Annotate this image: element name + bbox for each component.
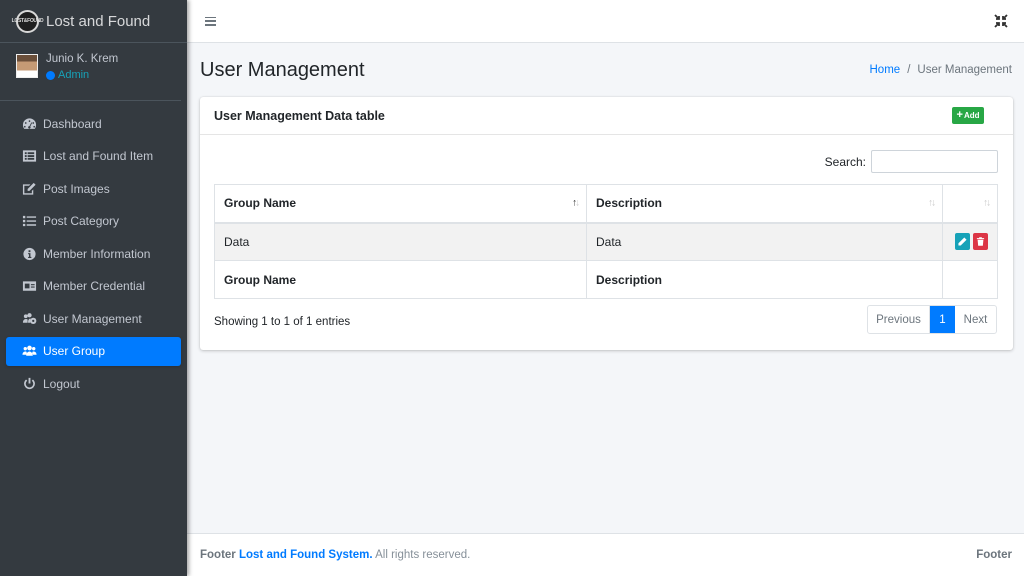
sidebar-nav: Dashboard Lost and Found Item Post Image… <box>0 101 187 398</box>
trash-icon <box>976 237 985 246</box>
user-role-label: Admin <box>58 69 90 81</box>
cell-description: Data <box>586 222 943 261</box>
column-header-label: Group Name <box>224 196 297 211</box>
breadcrumb-home-link[interactable]: Home <box>870 64 901 76</box>
card-header: User Management Data table + Add <box>200 97 1013 135</box>
sidebar-item-label: Post Images <box>43 181 110 196</box>
sidebar-item-user-group[interactable]: User Group <box>6 336 181 366</box>
tachometer-icon <box>21 117 37 131</box>
column-header-actions[interactable]: ↑↓ <box>942 184 998 224</box>
sidebar-item-label: Dashboard <box>43 116 102 131</box>
search-row: Search: <box>825 150 998 173</box>
search-input[interactable] <box>871 150 998 173</box>
plus-icon: + <box>956 109 963 121</box>
table-footer-row: Group Name Description <box>214 260 998 299</box>
add-button-label: Add <box>963 111 980 120</box>
sidebar-item-label: User Group <box>43 344 106 358</box>
column-header-description[interactable]: Description ↑↓ <box>586 184 943 224</box>
page-title: User Management <box>200 58 365 81</box>
users-icon <box>21 344 37 358</box>
content-header: User Management Home / User Management <box>187 43 1024 97</box>
sort-icon: ↑↓ <box>928 197 936 209</box>
avatar[interactable] <box>16 54 38 78</box>
footer-right: Footer <box>976 549 1012 561</box>
sidebar-item-label: Member Credential <box>43 279 146 293</box>
sidebar-item-dashboard[interactable]: Dashboard <box>6 109 181 138</box>
sidebar-item-post-category[interactable]: Post Category <box>6 207 181 236</box>
sidebar-item-label: Post Category <box>43 214 120 228</box>
status-dot-icon <box>46 70 55 80</box>
sort-asc-icon: ↑↓ <box>572 197 580 209</box>
footer-rights: All rights reserved. <box>375 549 471 561</box>
compress-icon[interactable] <box>994 14 1008 28</box>
sidebar-item-label: Lost and Found Item <box>43 149 154 163</box>
footer-left: Footer Lost and Found System. All rights… <box>200 549 470 561</box>
sidebar-item-lost-and-found-item[interactable]: Lost and Found Item <box>6 142 181 171</box>
user-panel: Junio K. Krem Admin <box>0 43 181 101</box>
hamburger-menu-icon[interactable] <box>205 16 216 26</box>
sidebar-item-user-management[interactable]: User Management <box>6 304 181 333</box>
pagination: Previous 1 Next <box>867 305 997 334</box>
table-header-row: Group Name ↑↓ Description ↑↓ ↑↓ <box>214 184 998 224</box>
edit-icon <box>21 182 37 196</box>
data-table-card: User Management Data table + Add Search:… <box>200 97 1013 350</box>
pagination-page-1[interactable]: 1 <box>930 306 955 333</box>
sidebar-item-member-information[interactable]: Member Information <box>6 239 181 268</box>
id-card-icon <box>21 279 37 293</box>
user-name[interactable]: Junio K. Krem <box>46 53 118 65</box>
list-alt-icon <box>21 149 37 163</box>
sidebar-item-label: User Management <box>43 311 142 326</box>
pagination-previous[interactable]: Previous <box>868 306 930 333</box>
footer-actions <box>942 260 998 299</box>
brand-logo: LOST&FOUND <box>12 9 44 33</box>
footer-prefix: Footer <box>200 549 236 561</box>
column-header-group-name[interactable]: Group Name ↑↓ <box>214 184 587 224</box>
users-cog-icon <box>21 312 37 326</box>
list-icon <box>21 214 37 228</box>
breadcrumb-separator: / <box>907 64 911 76</box>
pagination-next[interactable]: Next <box>955 306 996 333</box>
footer-description: Description <box>586 260 943 299</box>
sidebar-item-member-credential[interactable]: Member Credential <box>6 272 181 301</box>
top-navbar <box>187 0 1024 43</box>
footer-group-name: Group Name <box>214 260 587 299</box>
table-row: Data Data <box>214 222 998 261</box>
sidebar-item-logout[interactable]: Logout <box>6 369 181 398</box>
delete-button[interactable] <box>973 233 988 251</box>
search-label: Search: <box>824 154 866 169</box>
sidebar-item-label: Logout <box>43 376 80 391</box>
sidebar-item-label: Member Information <box>43 246 151 261</box>
user-role: Admin <box>46 69 118 81</box>
card-title: User Management Data table <box>214 108 385 123</box>
brand-name: Lost and Found <box>46 12 151 30</box>
breadcrumb-current: User Management <box>917 64 1012 76</box>
info-circle-icon <box>21 247 37 261</box>
footer-system-link[interactable]: Lost and Found System. <box>239 549 373 561</box>
breadcrumb: Home / User Management <box>870 64 1013 76</box>
brand-link[interactable]: LOST&FOUND Lost and Found <box>0 0 187 43</box>
power-off-icon <box>21 377 37 391</box>
edit-button[interactable] <box>955 233 970 251</box>
column-header-label: Description <box>596 196 663 211</box>
pencil-icon <box>958 237 967 246</box>
cell-group-name: Data <box>214 222 587 261</box>
sort-icon: ↑↓ <box>983 197 991 209</box>
sidebar: LOST&FOUND Lost and Found Junio K. Krem … <box>0 0 187 576</box>
add-button[interactable]: + Add <box>952 107 984 124</box>
brand-logo-text: LOST&FOUND <box>11 18 44 24</box>
table-info: Showing 1 to 1 of 1 entries <box>214 316 351 328</box>
cell-actions <box>942 222 998 261</box>
data-table: Group Name ↑↓ Description ↑↓ ↑↓ Data Dat… <box>214 184 998 299</box>
page-footer: Footer Lost and Found System. All rights… <box>187 533 1024 576</box>
sidebar-item-post-images[interactable]: Post Images <box>6 174 181 203</box>
